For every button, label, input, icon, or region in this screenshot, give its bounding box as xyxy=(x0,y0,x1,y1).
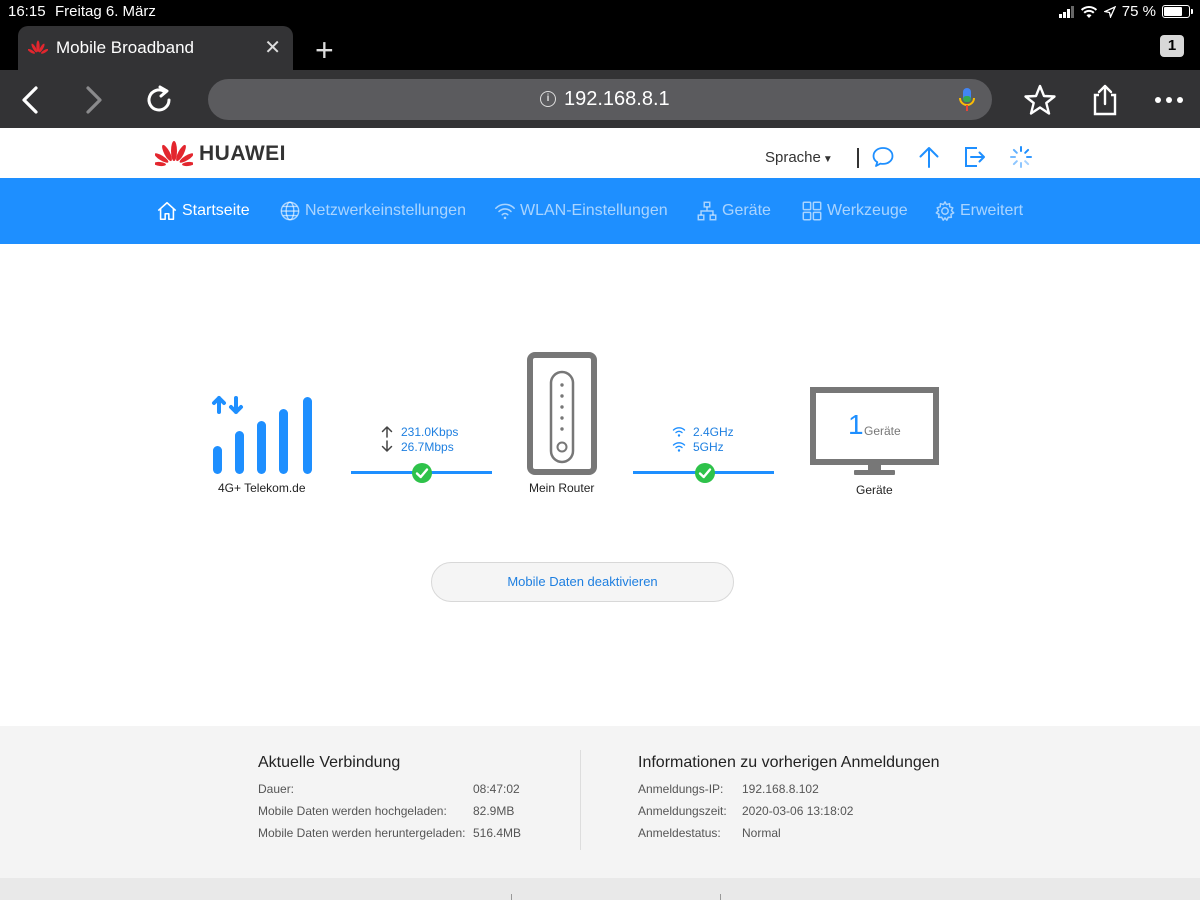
nav-item-werkzeuge[interactable]: Werkzeuge xyxy=(801,198,908,224)
nav-item-netzwerkeinstellungen[interactable]: Netzwerkeinstellungen xyxy=(279,198,466,224)
nav-label: Werkzeuge xyxy=(827,202,908,219)
update-arrow-icon[interactable] xyxy=(917,145,941,169)
settings-gear-icon xyxy=(935,201,955,221)
upload-download-arrows-icon xyxy=(381,426,393,452)
nav-label: Startseite xyxy=(182,202,250,219)
battery-percent: 75 % xyxy=(1121,3,1156,20)
location-arrow-icon xyxy=(1103,5,1116,18)
huawei-favicon-icon xyxy=(28,40,48,54)
browser-toolbar: i 192.168.8.1 xyxy=(0,70,1200,128)
status-time: 16:15 xyxy=(8,3,46,20)
share-icon[interactable] xyxy=(1088,83,1122,117)
previous-login-title: Informationen zu vorherigen Anmeldungen xyxy=(638,754,940,771)
router-header: HUAWEI Sprache ▼ xyxy=(0,128,1200,178)
devices-label: Geräte xyxy=(856,483,893,497)
wifi-band-5ghz: 5GHz xyxy=(693,440,724,454)
tab-count-badge[interactable]: 1 xyxy=(1160,35,1184,57)
info-label: Anmeldungszeit: xyxy=(638,804,727,818)
nav-label: Geräte xyxy=(722,202,771,219)
current-connection-title: Aktuelle Verbindung xyxy=(258,754,401,771)
huawei-wordmark: HUAWEI xyxy=(199,142,286,165)
device-count: 1 xyxy=(848,409,864,440)
new-tab-icon[interactable]: + xyxy=(315,32,334,69)
nav-item-geraete[interactable]: Geräte xyxy=(696,198,771,224)
header-divider xyxy=(857,148,859,168)
connected-devices-widget[interactable]: 1 Geräte xyxy=(810,387,939,477)
site-info-icon[interactable]: i xyxy=(540,91,556,107)
info-label: Anmeldestatus: xyxy=(638,826,721,840)
message-icon[interactable] xyxy=(871,145,895,169)
nav-label: Erweitert xyxy=(960,202,1024,219)
info-value: 82.9MB xyxy=(473,804,515,818)
address-bar[interactable]: i 192.168.8.1 xyxy=(208,79,992,120)
wifi-bands-icon xyxy=(672,427,686,452)
language-label: Sprache xyxy=(765,149,821,166)
router-label: Mein Router xyxy=(529,481,595,495)
deactivate-mobile-data-button[interactable]: Mobile Daten deaktivieren xyxy=(431,562,734,602)
wifi-band-24ghz: 2.4GHz xyxy=(693,425,734,439)
tools-icon xyxy=(802,201,822,221)
forward-icon[interactable] xyxy=(76,83,110,117)
nav-label: WLAN-Einstellungen xyxy=(520,202,668,219)
language-selector[interactable]: Sprache ▼ xyxy=(765,149,833,166)
huawei-flower-icon xyxy=(155,141,193,167)
router-icon xyxy=(527,352,597,475)
info-value: 08:47:02 xyxy=(473,782,520,796)
network-provider-label: 4G+ Telekom.de xyxy=(218,481,306,495)
wifi-status-icon xyxy=(1080,5,1097,18)
nav-item-wlan-einstellungen[interactable]: WLAN-Einstellungen xyxy=(494,198,668,224)
info-label: Dauer: xyxy=(258,782,295,796)
info-value: 192.168.8.102 xyxy=(742,782,819,796)
info-value: 516.4MB xyxy=(473,826,522,840)
more-options-icon[interactable] xyxy=(1152,83,1186,117)
logout-icon[interactable] xyxy=(963,145,987,169)
reload-icon[interactable] xyxy=(142,83,176,117)
tab-close-icon[interactable]: ✕ xyxy=(264,35,281,60)
microphone-icon[interactable] xyxy=(958,87,976,113)
nav-item-startseite[interactable]: Startseite xyxy=(156,198,250,224)
main-content: 4G+ Telekom.de 231.0Kbps 26.7Mbps Mein R… xyxy=(0,244,1200,726)
info-label: Anmeldungs-IP: xyxy=(638,782,724,796)
battery-icon xyxy=(1162,5,1193,18)
status-right: 75 % xyxy=(1058,3,1193,20)
browser-tab[interactable]: Mobile Broadband ✕ xyxy=(18,26,293,70)
download-speed: 26.7Mbps xyxy=(401,440,454,454)
chevron-down-icon: ▼ xyxy=(822,154,833,165)
browser-tab-strip: Mobile Broadband ✕ + 1 xyxy=(0,24,1200,70)
devices-icon xyxy=(697,201,717,221)
tab-title: Mobile Broadband xyxy=(56,38,194,57)
footer-divider xyxy=(720,894,721,900)
signal-strength-icon xyxy=(212,396,312,474)
upload-speed: 231.0Kbps xyxy=(401,425,459,439)
url-text: 192.168.8.1 xyxy=(564,88,670,110)
footer-divider xyxy=(511,894,512,900)
ios-status-bar: 16:15 Freitag 6. März 75 % xyxy=(0,0,1200,24)
back-icon[interactable] xyxy=(14,83,48,117)
main-navigation: Startseite Netzwerkeinstellungen WLAN-Ei… xyxy=(0,178,1200,244)
info-divider xyxy=(580,750,581,850)
globe-icon xyxy=(280,201,300,221)
wan-connected-check-icon xyxy=(412,463,432,483)
huawei-logo: HUAWEI xyxy=(155,140,286,168)
cellular-signal-icon xyxy=(1058,5,1074,18)
connection-info-section: Aktuelle Verbindung Dauer: 08:47:02 Mobi… xyxy=(0,726,1200,878)
info-label: Mobile Daten werden hochgeladen: xyxy=(258,804,447,818)
loading-spinner-icon xyxy=(1010,146,1032,168)
wlan-connected-check-icon xyxy=(695,463,715,483)
nav-item-erweitert[interactable]: Erweitert xyxy=(934,198,1023,224)
page-footer xyxy=(0,878,1200,900)
home-icon xyxy=(157,201,177,221)
info-value: Normal xyxy=(742,826,781,840)
bookmark-star-icon[interactable] xyxy=(1023,83,1057,117)
device-count-unit: Geräte xyxy=(864,424,901,438)
nav-label: Netzwerkeinstellungen xyxy=(305,202,466,219)
info-value: 2020-03-06 13:18:02 xyxy=(742,804,854,818)
wifi-icon xyxy=(495,203,515,220)
info-label: Mobile Daten werden heruntergeladen: xyxy=(258,826,466,840)
status-date: Freitag 6. März xyxy=(55,3,156,20)
